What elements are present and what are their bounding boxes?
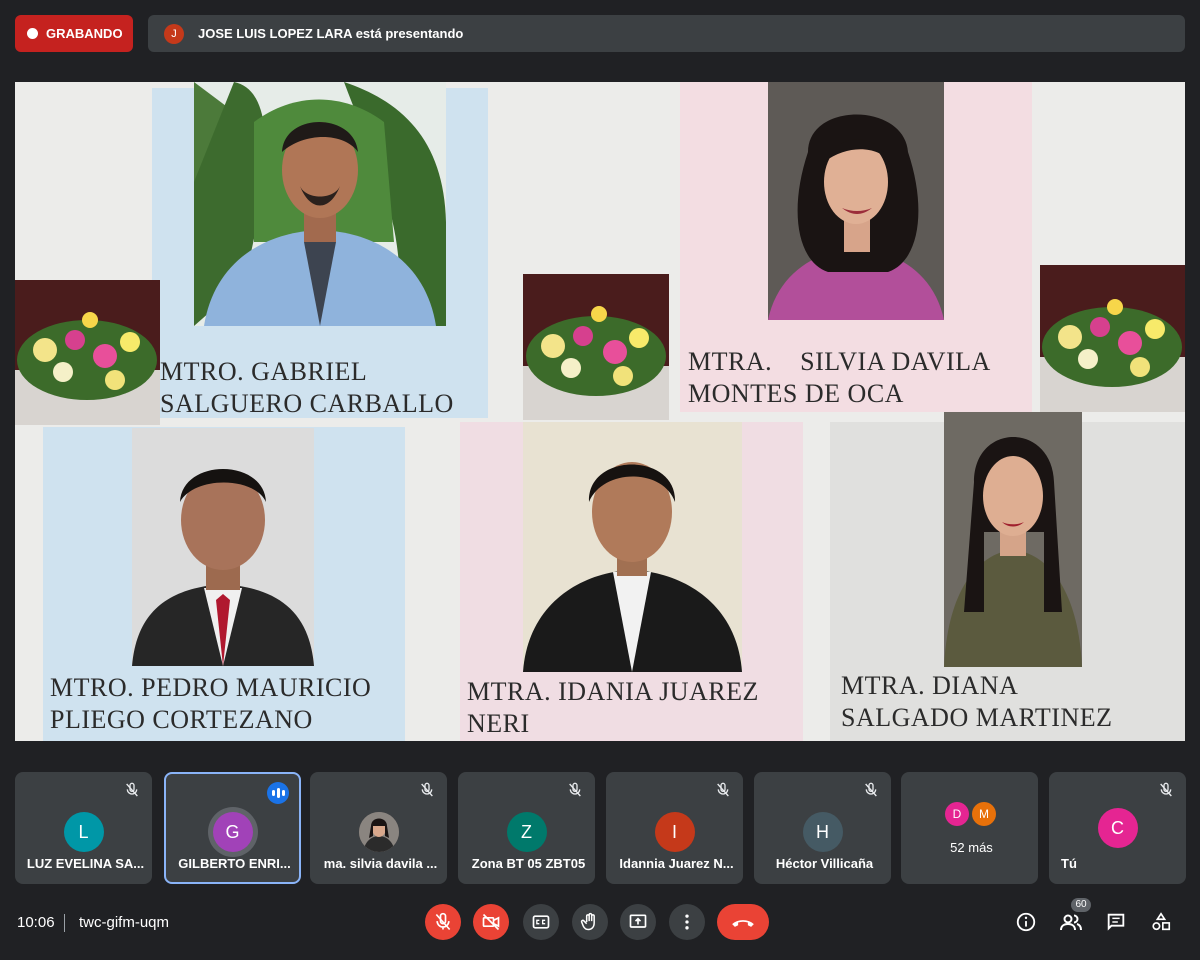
participant-avatar: I (654, 812, 695, 852)
activities-button[interactable] (1149, 910, 1173, 934)
mic-off-icon (435, 912, 451, 931)
leave-call-button[interactable] (717, 904, 769, 940)
present-screen-button[interactable] (620, 904, 656, 940)
presenter-avatar: J (164, 23, 184, 44)
participant-name: Tú (1061, 856, 1077, 871)
activities-icon (1152, 912, 1171, 931)
meeting-details-button[interactable] (1014, 910, 1038, 934)
participant-name: LUZ EVELINA SA... (26, 856, 145, 871)
photo-gabriel-salguero (194, 82, 446, 326)
people-icon (1060, 914, 1082, 931)
participant-mini-avatar: M (972, 802, 996, 826)
captions-button[interactable] (523, 904, 559, 940)
mic-off-icon (569, 782, 581, 797)
slide-name-diana: MTRA. DIANA SALGADO MARTINEZ (841, 671, 1113, 732)
photo-pedro-pliego (132, 428, 314, 666)
camera-off-icon (482, 913, 500, 931)
slide-name-gabriel: MTRO. GABRIEL SALGUERO CARBALLO (160, 357, 454, 418)
more-participants-tile[interactable]: D M 52 más (901, 772, 1038, 884)
more-participants-label: 52 más (950, 840, 993, 855)
participant-name: Idannia Juarez N... (619, 856, 734, 871)
speaking-indicator-icon (267, 782, 289, 804)
participant-avatar: G (212, 812, 253, 852)
slide-name-idania: MTRA. IDANIA JUAREZ NERI (467, 677, 759, 738)
participant-avatar: L (63, 812, 104, 852)
slide-name-pedro: MTRO. PEDRO MAURICIO PLIEGO CORTEZANO (50, 673, 372, 734)
camera-toggle-button[interactable] (473, 904, 509, 940)
participant-avatar: Z (506, 812, 547, 852)
participant-tile[interactable]: L LUZ EVELINA SA... (15, 772, 152, 884)
mic-off-icon (1160, 782, 1172, 797)
participant-photo-avatar (358, 812, 399, 852)
mic-toggle-button[interactable] (425, 904, 461, 940)
chat-button[interactable] (1104, 910, 1128, 934)
people-button[interactable] (1059, 910, 1083, 934)
raise-hand-button[interactable] (572, 904, 608, 940)
participant-name: ma. silvia davila ... (323, 856, 438, 871)
hand-icon (580, 912, 595, 931)
presenter-text: JOSE LUIS LOPEZ LARA está presentando (198, 26, 464, 41)
self-tile[interactable]: C Tú (1049, 772, 1186, 884)
recording-label: GRABANDO (46, 26, 123, 41)
recording-indicator: GRABANDO (15, 15, 133, 52)
participant-tile-speaking[interactable]: G GILBERTO ENRI... (164, 772, 301, 884)
meeting-code: twc-gifm-uqm (79, 914, 170, 931)
photo-silvia-davila (768, 82, 944, 320)
participant-mini-avatar: D (945, 802, 969, 826)
mic-off-icon (717, 782, 729, 797)
flower-arrangement-image (523, 274, 669, 420)
presenter-banner: J JOSE LUIS LOPEZ LARA está presentando (148, 15, 1185, 52)
recording-dot-icon (27, 28, 38, 39)
mic-off-icon (421, 782, 433, 797)
more-options-button[interactable] (669, 904, 705, 940)
flower-arrangement-image (15, 280, 160, 425)
captions-icon (532, 915, 550, 929)
mic-off-icon (126, 782, 138, 797)
participant-tile[interactable]: H Héctor Villicaña (754, 772, 891, 884)
participant-name: GILBERTO ENRI... (178, 856, 291, 871)
info-icon (1016, 912, 1036, 932)
participant-tile[interactable]: ma. silvia davila ... (310, 772, 447, 884)
control-bar: 10:06 twc-gifm-uqm 60 (0, 896, 1200, 960)
chat-icon (1107, 913, 1125, 931)
participant-avatar: C (1097, 808, 1138, 848)
participant-tile[interactable]: Z Zona BT 05 ZBT05 (458, 772, 595, 884)
photo-idania-juarez (523, 422, 742, 672)
mic-off-icon (865, 782, 877, 797)
participant-name: Héctor Villicaña (775, 856, 874, 871)
present-screen-icon (629, 914, 647, 928)
participant-name: Zona BT 05 ZBT05 (471, 856, 586, 871)
presentation-slide: MTRO. GABRIEL SALGUERO CARBALLO MTRA. SI… (15, 82, 1185, 741)
hang-up-icon (732, 920, 754, 927)
participant-avatar: H (802, 812, 843, 852)
more-vert-icon (685, 914, 689, 930)
photo-diana-salgado (944, 412, 1082, 667)
flower-arrangement-image (1040, 265, 1185, 412)
participant-tile[interactable]: I Idannia Juarez N... (606, 772, 743, 884)
divider (64, 914, 65, 932)
slide-name-silvia: MTRA. SILVIA DAVILA MONTES DE OCA (688, 347, 991, 408)
current-time: 10:06 (17, 914, 55, 931)
